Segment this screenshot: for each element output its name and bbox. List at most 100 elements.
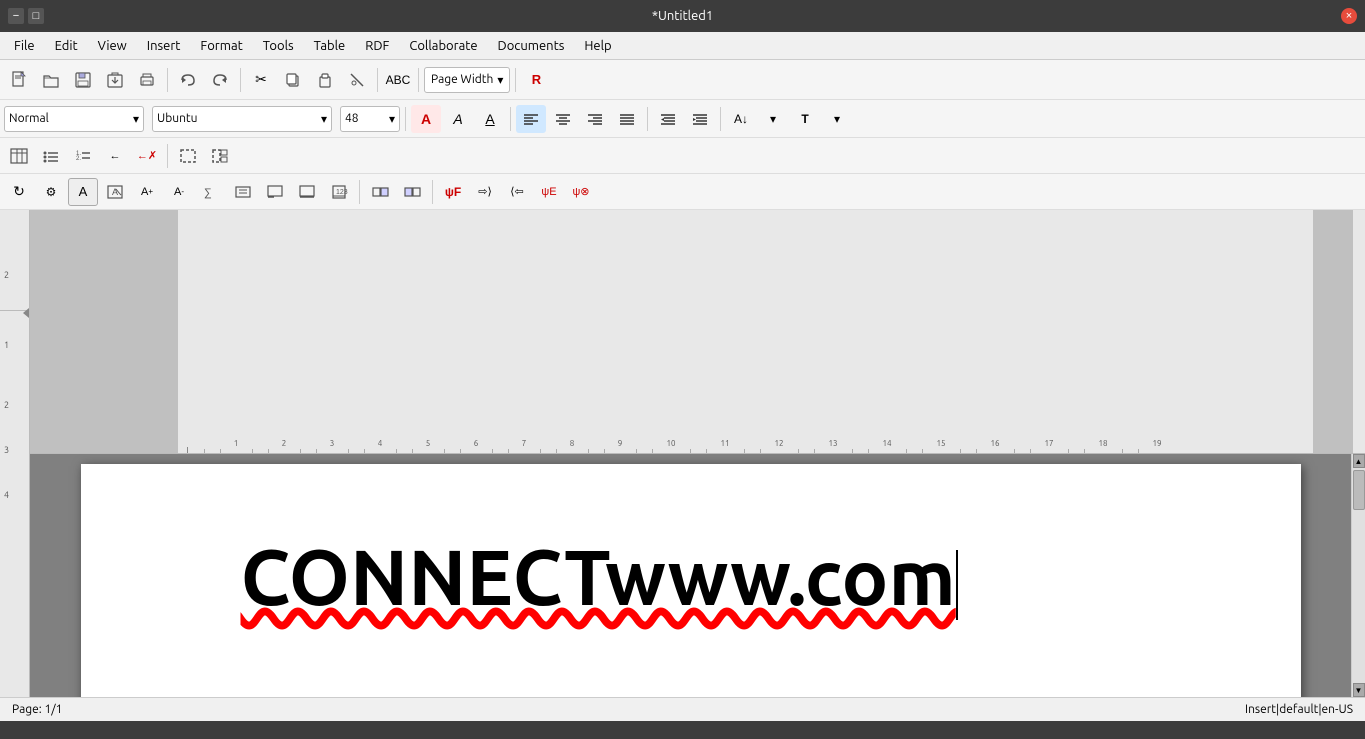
separator <box>405 107 406 131</box>
spellcheck-button[interactable]: ABC <box>383 66 413 94</box>
export-button[interactable] <box>100 66 130 94</box>
italic-button[interactable]: A <box>443 105 473 133</box>
text-style-button[interactable]: T <box>790 105 820 133</box>
cross-reference-button[interactable] <box>228 178 258 206</box>
menu-collaborate[interactable]: Collaborate <box>399 35 487 57</box>
frame-button[interactable] <box>173 142 203 170</box>
align-left-button[interactable] <box>516 105 546 133</box>
menu-bar: File Edit View Insert Format Tools Table… <box>0 32 1365 60</box>
separator <box>377 68 378 92</box>
bookmark-button[interactable]: R <box>521 66 551 94</box>
align-center-button[interactable] <box>548 105 578 133</box>
redo-button[interactable] <box>205 66 235 94</box>
field-calc-button[interactable]: ψE <box>534 178 564 206</box>
toolbar-table: 1.2. ← ←✗ <box>0 138 1365 174</box>
ruler-vertical: 2 1 2 3 4 <box>0 210 30 697</box>
paragraph-style-arrow: ▾ <box>133 112 139 126</box>
menu-file[interactable]: File <box>4 35 45 57</box>
font-family-value: Ubuntu <box>157 112 198 125</box>
close-button[interactable]: × <box>1341 8 1357 24</box>
open-button[interactable] <box>36 66 66 94</box>
toolbar-formatting: Normal ▾ Ubuntu ▾ 48 ▾ A A A A↓ ▾ T ▾ <box>0 100 1365 138</box>
subscript-button[interactable]: A- <box>164 178 194 206</box>
page-width-arrow: ▾ <box>497 73 503 87</box>
bold-button[interactable]: A <box>411 105 441 133</box>
align-justify-button[interactable] <box>612 105 642 133</box>
maximize-button[interactable]: □ <box>28 8 44 24</box>
paste-button[interactable] <box>310 66 340 94</box>
footnote-button[interactable] <box>260 178 290 206</box>
menu-table[interactable]: Table <box>304 35 356 57</box>
font-size-value: 48 <box>345 112 359 125</box>
undo-button[interactable] <box>173 66 203 94</box>
font-size-arrow: ▾ <box>389 112 395 126</box>
frame-anchor-button[interactable] <box>205 142 235 170</box>
separator <box>510 107 511 131</box>
text-control-button[interactable]: A <box>68 178 98 206</box>
field-delete-button[interactable]: ψ⊗ <box>566 178 596 206</box>
list-ordered-button[interactable]: 1.2. <box>68 142 98 170</box>
scrollbar-vertical[interactable]: ▲ ▼ <box>1351 454 1365 697</box>
cut-button[interactable]: ✂ <box>246 66 276 94</box>
menu-tools[interactable]: Tools <box>253 35 304 57</box>
window-title: *Untitled1 <box>88 9 1277 23</box>
menu-documents[interactable]: Documents <box>488 35 575 57</box>
text-more-button[interactable]: ▾ <box>822 105 852 133</box>
page-number-button[interactable]: 123 <box>324 178 354 206</box>
paragraph-style-dropdown[interactable]: Normal ▾ <box>4 106 144 132</box>
font-family-dropdown[interactable]: Ubuntu ▾ <box>152 106 332 132</box>
table-insert-button[interactable] <box>4 142 34 170</box>
paragraph-style-value: Normal <box>9 112 49 125</box>
save-button[interactable] <box>68 66 98 94</box>
text-connect: CONNECTwww.com <box>241 532 956 620</box>
select-prev-button[interactable] <box>365 178 395 206</box>
print-button[interactable] <box>132 66 162 94</box>
endnote-button[interactable] <box>292 178 322 206</box>
copy-button[interactable] <box>278 66 308 94</box>
superscript-button[interactable]: A+ <box>132 178 162 206</box>
align-right-button[interactable] <box>580 105 610 133</box>
minimize-button[interactable]: − <box>8 8 24 24</box>
insert-mode: Insert|default|en-US <box>1245 703 1353 716</box>
menu-help[interactable]: Help <box>574 35 621 57</box>
menu-insert[interactable]: Insert <box>137 35 191 57</box>
separator <box>167 68 168 92</box>
menu-view[interactable]: View <box>88 35 137 57</box>
list-unordered-button[interactable] <box>36 142 66 170</box>
select-next-button[interactable] <box>397 178 427 206</box>
field-edit-button[interactable]: ⇨⟩ <box>470 178 500 206</box>
refresh-button[interactable]: ↻ <box>4 178 34 206</box>
underline-button[interactable]: A <box>475 105 505 133</box>
indent-increase-button[interactable] <box>685 105 715 133</box>
svg-text:A: A <box>112 187 118 197</box>
clone-button[interactable] <box>342 66 372 94</box>
separator <box>432 180 433 204</box>
field-insert-button[interactable]: ψF <box>438 178 468 206</box>
svg-text:123: 123 <box>336 189 348 196</box>
svg-text:∑: ∑ <box>204 187 212 199</box>
document-area[interactable]: CONNECTwww.com c <box>30 454 1351 697</box>
text-cursor <box>956 550 958 620</box>
menu-rdf[interactable]: RDF <box>355 35 399 57</box>
menu-format[interactable]: Format <box>190 35 252 57</box>
doc-scroll-area: CONNECTwww.com c <box>30 454 1365 697</box>
image-control-button[interactable]: A <box>100 178 130 206</box>
separator <box>418 68 419 92</box>
menu-edit[interactable]: Edit <box>45 35 88 57</box>
outline-decrease-button[interactable]: ← <box>100 142 130 170</box>
format-more-button[interactable]: ▾ <box>758 105 788 133</box>
font-family-arrow: ▾ <box>321 112 327 126</box>
character-format-button[interactable]: A↓ <box>726 105 756 133</box>
new-button[interactable] <box>4 66 34 94</box>
toolbar-standard: ✂ ABC Page Width ▾ R <box>0 60 1365 100</box>
page-width-label: Page Width <box>431 73 493 86</box>
indent-decrease-button[interactable] <box>653 105 683 133</box>
font-size-dropdown[interactable]: 48 ▾ <box>340 106 400 132</box>
title-bar: − □ *Untitled1 × <box>0 0 1365 32</box>
formula-button[interactable]: ∑ <box>196 178 226 206</box>
document-text[interactable]: CONNECTwww.com <box>141 484 1241 620</box>
outline-increase-button[interactable]: ←✗ <box>132 142 162 170</box>
macro-button[interactable]: ⚙ <box>36 178 66 206</box>
page-width-dropdown[interactable]: Page Width ▾ <box>424 67 510 93</box>
field-prev-button[interactable]: ⟨⇦ <box>502 178 532 206</box>
